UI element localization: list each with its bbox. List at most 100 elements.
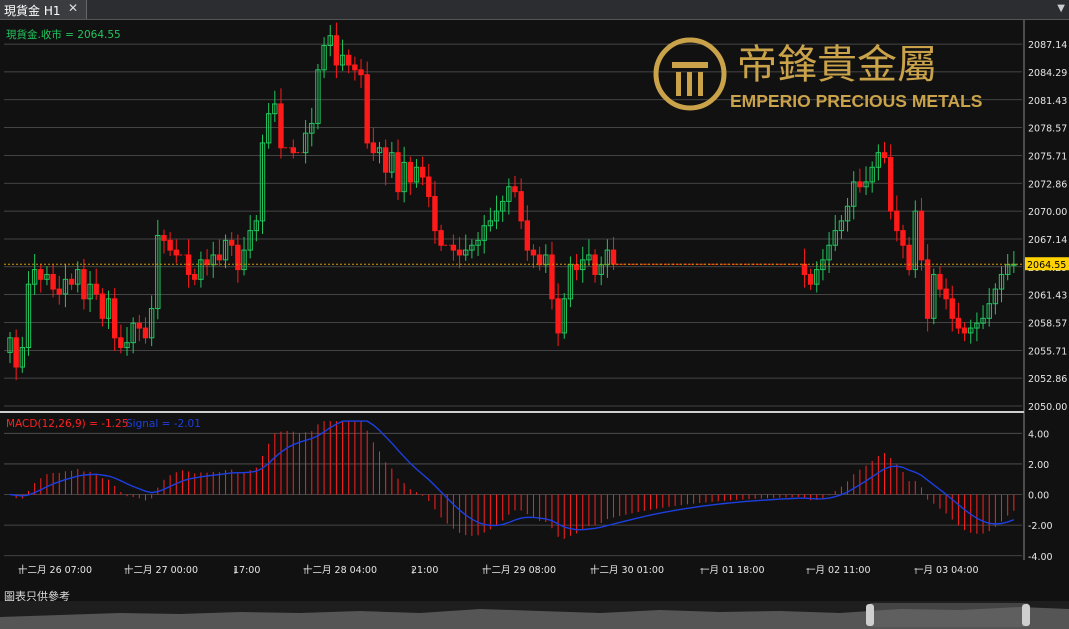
candle-body xyxy=(438,230,444,246)
time-axis: 十二月 26 07:00 十二月 27 00:00 17:00 十二月 28 04:0… xyxy=(18,564,979,576)
logo-emblem xyxy=(676,72,681,96)
candle-body xyxy=(346,54,352,66)
time-tick-label: 十二月 30 01:00 xyxy=(590,564,664,576)
close-icon[interactable]: ✕ xyxy=(68,1,78,15)
candle-body xyxy=(943,288,949,300)
time-tick-label: 一月 01 18:00 xyxy=(700,565,765,576)
logo-english-text: EMPERIO PRECIOUS METALS xyxy=(730,91,982,111)
macd-tick-label: -2.00 xyxy=(1028,521,1053,532)
chevron-down-icon[interactable]: ▼ xyxy=(1057,3,1065,14)
candle-body xyxy=(290,147,296,154)
chart-tab-label: 現貨金 H1 xyxy=(4,4,61,18)
time-tick-label: 十二月 27 00:00 xyxy=(124,564,198,576)
signal-label: Signal = -2.01 xyxy=(126,418,201,430)
candle-body xyxy=(512,186,518,193)
navigator-selection[interactable] xyxy=(870,603,1028,627)
logo-emblem xyxy=(672,62,708,68)
candle-body xyxy=(56,288,62,295)
price-tick-label: 2050.00 xyxy=(1028,402,1067,413)
candle-body xyxy=(801,263,808,275)
macd-tick-label: 4.00 xyxy=(1028,429,1049,440)
candle-body xyxy=(450,244,457,251)
time-tick-label: 一月 02 11:00 xyxy=(806,565,871,576)
candle-body xyxy=(937,273,943,290)
candle-body xyxy=(549,254,555,300)
chart-navigator[interactable] xyxy=(0,601,1069,629)
time-tick-label: 17:00 xyxy=(233,565,260,576)
candle-body xyxy=(68,278,75,285)
logo-emblem xyxy=(687,72,692,96)
candle-body xyxy=(887,157,894,212)
candle-body xyxy=(370,142,377,154)
candle-body xyxy=(111,298,118,339)
candle-body xyxy=(136,322,143,329)
logo-emblem xyxy=(698,72,703,96)
price-tick-label: 2052.86 xyxy=(1028,374,1067,385)
price-tick-label: 2067.14 xyxy=(1028,235,1067,246)
candle-body xyxy=(50,273,56,290)
macd-label: MACD(12,26,9) = -1.25 xyxy=(6,418,128,430)
candle-body xyxy=(407,161,414,183)
macd-tick-label: -4.00 xyxy=(1028,552,1053,563)
candle-body xyxy=(807,273,814,285)
price-tick-label: 2058.57 xyxy=(1028,318,1067,329)
candle-body xyxy=(881,152,888,159)
candle-body xyxy=(235,244,241,271)
candle-body xyxy=(81,269,87,300)
candle-body xyxy=(906,244,912,271)
price-tick-label: 2061.43 xyxy=(1028,291,1067,302)
candle-body xyxy=(955,317,962,329)
candle-body xyxy=(918,210,925,261)
price-tick-label: 2087.14 xyxy=(1028,40,1067,51)
candle-body xyxy=(610,249,617,265)
candle-body xyxy=(364,74,370,144)
candle-body xyxy=(229,239,235,246)
chart-tab[interactable]: 現貨金 H1 ✕ xyxy=(0,0,87,19)
price-tick-label: 2055.71 xyxy=(1028,346,1067,357)
candle-body xyxy=(900,230,906,246)
candle-body xyxy=(456,249,463,256)
candle-body xyxy=(949,298,955,319)
price-tick-label: 2075.71 xyxy=(1028,151,1067,162)
time-tick-label: 一月 03 04:00 xyxy=(914,565,979,576)
candle-body xyxy=(216,254,223,261)
time-tick-label: 21:00 xyxy=(411,565,438,576)
price-tick-label: 2078.57 xyxy=(1028,124,1067,135)
navigator-right-handle[interactable] xyxy=(1022,604,1030,626)
candle-body xyxy=(38,269,44,280)
time-tick-label: 十二月 26 07:00 xyxy=(18,564,92,576)
navigator-left-handle[interactable] xyxy=(866,604,874,626)
candle-body xyxy=(426,176,432,198)
candle-body xyxy=(419,166,426,178)
candle-body xyxy=(924,259,931,319)
candle-body xyxy=(358,69,364,76)
candle-body xyxy=(99,293,106,319)
candle-body xyxy=(894,210,900,232)
candle-body xyxy=(961,327,968,334)
current-price-value: 2064.55 xyxy=(1027,260,1066,271)
candle-body xyxy=(382,147,389,173)
candle-body xyxy=(857,181,863,188)
candle-body xyxy=(173,249,179,256)
price-tick-label: 2070.00 xyxy=(1028,207,1067,218)
candle-body xyxy=(118,337,124,349)
candle-body xyxy=(161,234,167,241)
time-tick-label: 十二月 28 04:00 xyxy=(303,564,377,576)
candle-body xyxy=(518,191,524,222)
price-series-label: 現貨金.收市 = 2064.55 xyxy=(6,28,121,41)
time-tick-label: 十二月 29 08:00 xyxy=(482,564,556,576)
chart-area[interactable]: 2087.14 2084.29 2081.43 2078.57 2075.71 2072.… xyxy=(0,20,1069,600)
macd-tick-label: 0.00 xyxy=(1028,491,1049,502)
logo-chinese-text: 帝鋒貴金屬 xyxy=(737,42,937,88)
price-tick-label: 2084.29 xyxy=(1028,68,1067,79)
candle-body xyxy=(13,337,19,368)
candle-body xyxy=(167,239,173,251)
price-tick-label: 2081.43 xyxy=(1028,96,1067,107)
candle-body xyxy=(352,64,358,71)
candle-body xyxy=(278,103,284,149)
candle-body xyxy=(142,327,149,339)
candle-body xyxy=(530,249,537,256)
candle-body xyxy=(192,273,198,280)
candle-body xyxy=(536,254,543,266)
candle-body xyxy=(333,35,340,66)
